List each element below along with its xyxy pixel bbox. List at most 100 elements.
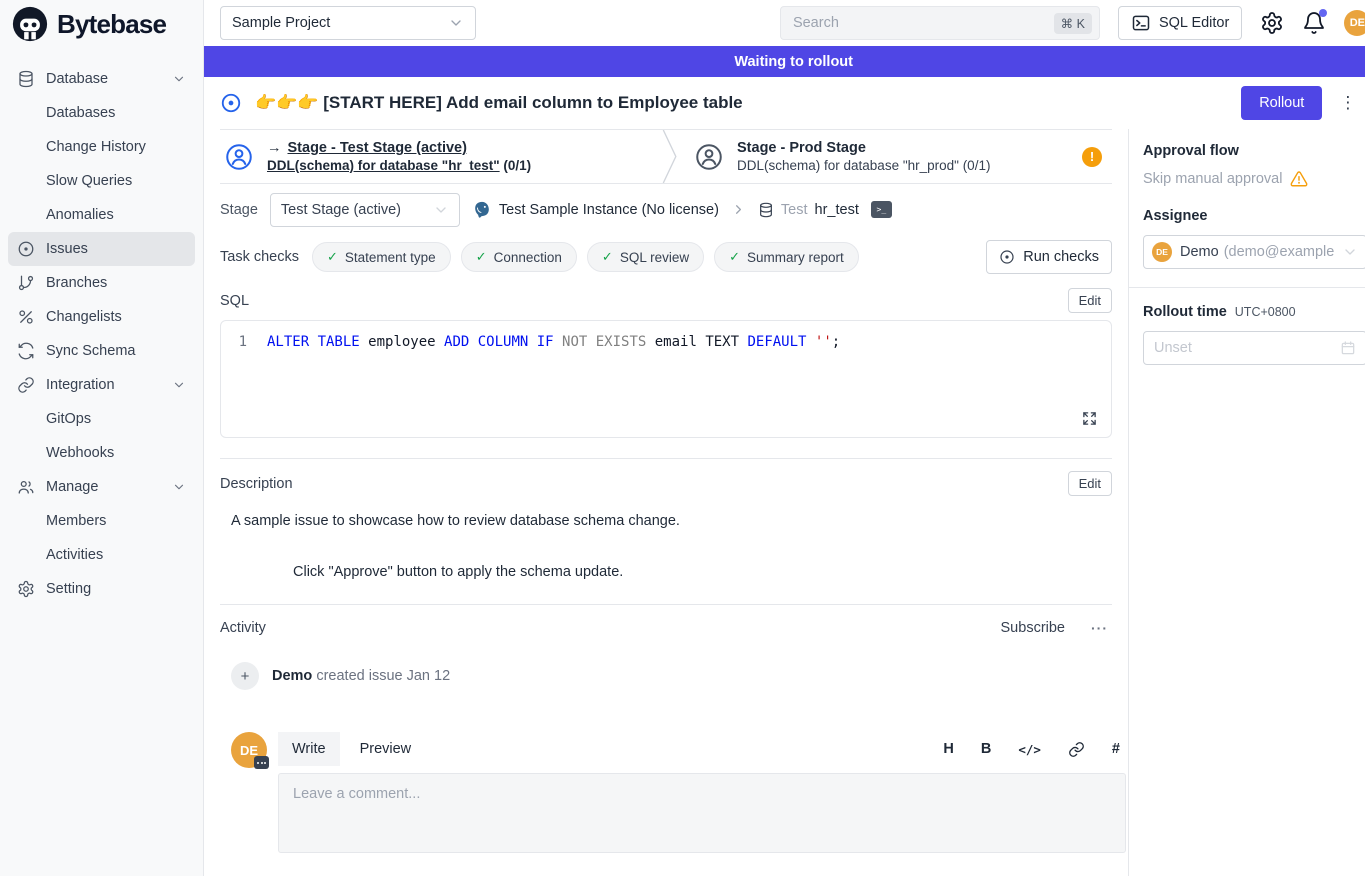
person-circle-icon <box>224 142 254 172</box>
event-actor: Demo <box>272 668 312 684</box>
tab-preview[interactable]: Preview <box>346 732 426 766</box>
database-icon <box>758 202 774 218</box>
brand-logo[interactable]: Bytebase <box>0 0 203 48</box>
stage-dropdown-value: Test Stage (active) <box>281 202 401 218</box>
description-text: A sample issue to showcase how to review… <box>220 513 1112 529</box>
check-pass-icon: ✓ <box>476 249 487 265</box>
project-selector-value: Sample Project <box>232 15 330 31</box>
check-pill-statement-type[interactable]: ✓ Statement type <box>312 242 451 272</box>
sidebar-item-gitops[interactable]: GitOps <box>8 402 195 436</box>
sql-editor-button-label: SQL Editor <box>1159 15 1229 31</box>
search-input[interactable] <box>793 15 1046 31</box>
settings-gear-icon[interactable] <box>1260 11 1284 35</box>
environment-label: Test <box>781 202 808 218</box>
instance-name: Test Sample Instance (No license) <box>499 202 719 218</box>
sql-label: SQL <box>220 293 249 309</box>
database-name: hr_test <box>815 202 859 218</box>
pipeline: → Stage - Test Stage (active) DDL(schema)… <box>220 129 1112 184</box>
kebab-menu-icon[interactable]: ⋮ <box>1335 93 1360 113</box>
sidebar-item-label: Database <box>46 71 108 87</box>
sidebar-item-label: Setting <box>46 581 91 597</box>
description-section: Description Edit A sample issue to showc… <box>220 458 1112 580</box>
sidebar-item-label: Change History <box>46 139 146 155</box>
sidebar-item-slow-queries[interactable]: Slow Queries <box>8 164 195 198</box>
issue-side-panel: Approval flow Skip manual approval Assig… <box>1128 129 1365 876</box>
check-pill-label: Connection <box>494 250 562 265</box>
user-avatar[interactable]: DE <box>1344 10 1365 36</box>
stage-card-test[interactable]: → Stage - Test Stage (active) DDL(schema)… <box>220 130 662 183</box>
stage-title-link[interactable]: Stage - Test Stage (active) <box>288 140 467 156</box>
sidebar-item-label: GitOps <box>46 411 91 427</box>
sql-section: SQL Edit 1ALTER TABLE employee ADD COLUM… <box>220 288 1112 438</box>
description-edit-button[interactable]: Edit <box>1068 471 1112 496</box>
stage-task: DDL(schema) for database "hr_prod" (0/1) <box>737 158 990 173</box>
sql-editor-button[interactable]: SQL Editor <box>1118 6 1242 40</box>
sidebar-item-members[interactable]: Members <box>8 504 195 538</box>
instance-breadcrumb[interactable]: Test Sample Instance (No license) <box>472 200 719 220</box>
sidebar-item-issues[interactable]: Issues <box>8 232 195 266</box>
stage-title: Stage - Prod Stage <box>737 140 990 156</box>
sql-editor[interactable]: 1ALTER TABLE employee ADD COLUMN IF NOT … <box>220 320 1112 438</box>
open-in-sql-editor-icon[interactable]: >_ <box>871 201 892 218</box>
sidebar-item-label: Activities <box>46 547 103 563</box>
heading-button[interactable]: H <box>943 741 953 757</box>
code-button[interactable]: </> <box>1018 742 1041 757</box>
sidebar-item-label: Webhooks <box>46 445 114 461</box>
line-number: 1 <box>221 332 267 352</box>
rollout-time-label: Rollout time <box>1143 304 1227 320</box>
link-button[interactable] <box>1068 741 1085 758</box>
project-selector[interactable]: Sample Project <box>220 6 476 40</box>
brand-name: Bytebase <box>57 9 166 40</box>
rollout-button[interactable]: Rollout <box>1241 86 1322 120</box>
active-stage-arrow: → <box>267 140 282 156</box>
sidebar-item-manage[interactable]: Manage <box>8 470 195 504</box>
comment-input[interactable] <box>278 773 1126 853</box>
sidebar-item-activities[interactable]: Activities <box>8 538 195 572</box>
sidebar-item-webhooks[interactable]: Webhooks <box>8 436 195 470</box>
subscribe-button[interactable]: Subscribe <box>1001 620 1065 636</box>
check-pill-sql-review[interactable]: ✓ SQL review <box>587 242 704 272</box>
chevron-down-icon <box>172 480 186 494</box>
activity-label: Activity <box>220 620 266 636</box>
sidebar-item-label: Members <box>46 513 106 529</box>
rollout-time-picker[interactable]: Unset <box>1143 331 1365 365</box>
hash-button[interactable]: # <box>1112 741 1120 757</box>
sidebar-item-branches[interactable]: Branches <box>8 266 195 300</box>
fullscreen-expand-icon[interactable] <box>1082 411 1097 426</box>
sql-edit-button[interactable]: Edit <box>1068 288 1112 313</box>
check-pass-icon: ✓ <box>729 249 740 265</box>
sidebar-item-sync-schema[interactable]: Sync Schema <box>8 334 195 368</box>
issue-status-icon <box>220 92 242 114</box>
issue-header: 👉👉👉 [START HERE] Add email column to Emp… <box>204 77 1365 129</box>
check-pill-summary-report[interactable]: ✓ Summary report <box>714 242 859 272</box>
approval-flow-value: Skip manual approval <box>1143 171 1282 187</box>
stage-dropdown[interactable]: Test Stage (active) <box>270 193 460 227</box>
check-pill-connection[interactable]: ✓ Connection <box>461 242 577 272</box>
sidebar-item-integration[interactable]: Integration <box>8 368 195 402</box>
markdown-toolbar: H B </> # <box>943 741 1126 758</box>
stage-task-link[interactable]: DDL(schema) for database "hr_test" <box>267 158 500 173</box>
chevron-down-icon <box>172 72 186 86</box>
sidebar-item-database[interactable]: Database <box>8 62 195 96</box>
sidebar-item-databases[interactable]: Databases <box>8 96 195 130</box>
notifications-button[interactable] <box>1302 11 1326 35</box>
speech-bubble-icon <box>254 756 269 769</box>
users-icon <box>17 478 35 496</box>
check-pill-label: SQL review <box>620 250 689 265</box>
sidebar-item-changelists[interactable]: Changelists <box>8 300 195 334</box>
database-breadcrumb[interactable]: Test hr_test <box>758 202 859 218</box>
stage-card-prod[interactable]: Stage - Prod Stage DDL(schema) for datab… <box>680 130 1112 183</box>
git-branch-icon <box>17 274 35 292</box>
sidebar-item-change-history[interactable]: Change History <box>8 130 195 164</box>
check-pass-icon: ✓ <box>602 249 613 265</box>
run-checks-button[interactable]: Run checks <box>986 240 1112 274</box>
sidebar-item-setting[interactable]: Setting <box>8 572 195 606</box>
search-box[interactable]: ⌘ K <box>780 6 1100 40</box>
assignee-selector[interactable]: DE Demo (demo@example <box>1143 235 1365 269</box>
link-icon <box>17 376 35 394</box>
database-icon <box>17 70 35 88</box>
more-options-icon[interactable]: ··· <box>1091 620 1108 636</box>
bold-button[interactable]: B <box>981 741 991 757</box>
sidebar-item-anomalies[interactable]: Anomalies <box>8 198 195 232</box>
tab-write[interactable]: Write <box>278 732 340 766</box>
